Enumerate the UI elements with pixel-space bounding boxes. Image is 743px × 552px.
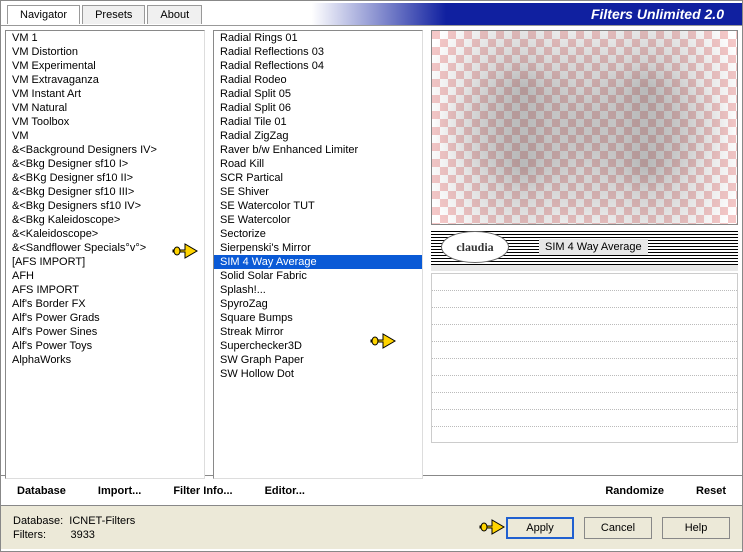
watermark-strip: claudia SIM 4 Way Average (431, 229, 738, 265)
filter-item[interactable]: Splash!... (214, 283, 422, 297)
tab-presets[interactable]: Presets (82, 5, 145, 24)
import-button[interactable]: Import... (94, 483, 145, 499)
category-item[interactable]: VM Toolbox (6, 115, 204, 129)
category-item[interactable]: VM Instant Art (6, 87, 204, 101)
category-item[interactable]: Alf's Power Toys (6, 339, 204, 353)
filter-item[interactable]: SE Watercolor (214, 213, 422, 227)
filter-name-bar (431, 265, 738, 271)
claudia-logo: claudia (441, 231, 509, 263)
filter-item[interactable]: Radial Rodeo (214, 73, 422, 87)
pointer-icon (478, 515, 508, 537)
preview-image (431, 30, 738, 225)
filter-item[interactable]: Sectorize (214, 227, 422, 241)
parameter-panel (431, 273, 738, 443)
help-button[interactable]: Help (662, 517, 730, 539)
category-item[interactable]: AFH (6, 269, 204, 283)
filter-item[interactable]: Radial Split 05 (214, 87, 422, 101)
category-item[interactable]: &<Kaleidoscope> (6, 227, 204, 241)
category-item[interactable]: AFS IMPORT (6, 283, 204, 297)
category-item[interactable]: VM Natural (6, 101, 204, 115)
database-button[interactable]: Database (13, 483, 70, 499)
category-item[interactable]: &<Bkg Designer sf10 III> (6, 185, 204, 199)
filter-item[interactable]: Radial Split 06 (214, 101, 422, 115)
tab-about[interactable]: About (147, 5, 202, 24)
category-item[interactable]: &<BKg Designer sf10 II> (6, 171, 204, 185)
filter-item[interactable]: SCR Partical (214, 171, 422, 185)
category-item[interactable]: VM Distortion (6, 45, 204, 59)
filter-item[interactable]: SW Hollow Dot (214, 367, 422, 381)
category-item[interactable]: VM (6, 129, 204, 143)
filter-item[interactable]: Streak Mirror (214, 325, 422, 339)
category-item[interactable]: Alf's Border FX (6, 297, 204, 311)
tab-bar: Navigator Presets About (1, 3, 204, 24)
filter-item[interactable]: Radial Reflections 04 (214, 59, 422, 73)
category-item[interactable]: &<Background Designers IV> (6, 143, 204, 157)
category-item[interactable]: &<Bkg Designers sf10 IV> (6, 199, 204, 213)
filter-item[interactable]: Square Bumps (214, 311, 422, 325)
category-item[interactable]: VM Extravaganza (6, 73, 204, 87)
filter-item[interactable]: Radial ZigZag (214, 129, 422, 143)
category-list[interactable]: VM 1VM DistortionVM ExperimentalVM Extra… (5, 30, 205, 479)
editor-button[interactable]: Editor... (261, 483, 309, 499)
category-item[interactable]: [AFS IMPORT] (6, 255, 204, 269)
filter-list[interactable]: Radial Rings 01Radial Reflections 03Radi… (213, 30, 423, 479)
tab-navigator[interactable]: Navigator (7, 5, 80, 24)
filter-item[interactable]: SpyroZag (214, 297, 422, 311)
filter-info-button[interactable]: Filter Info... (169, 483, 236, 499)
filter-name-label: SIM 4 Way Average (539, 239, 648, 255)
randomize-button[interactable]: Randomize (601, 483, 668, 499)
filter-item[interactable]: Raver b/w Enhanced Limiter (214, 143, 422, 157)
category-item[interactable]: AlphaWorks (6, 353, 204, 367)
category-item[interactable]: &<Bkg Designer sf10 I> (6, 157, 204, 171)
filter-item[interactable]: SW Graph Paper (214, 353, 422, 367)
filter-item[interactable]: SIM 4 Way Average (214, 255, 422, 269)
filter-item[interactable]: Radial Rings 01 (214, 31, 422, 45)
category-item[interactable]: VM Experimental (6, 59, 204, 73)
footer-info: Database: ICNET-Filters Filters: 3933 (13, 514, 135, 542)
filter-item[interactable]: Road Kill (214, 157, 422, 171)
category-item[interactable]: &<Sandflower Specials°v°> (6, 241, 204, 255)
reset-button[interactable]: Reset (692, 483, 730, 499)
filter-item[interactable]: Sierpenski's Mirror (214, 241, 422, 255)
filter-item[interactable]: SE Shiver (214, 185, 422, 199)
category-item[interactable]: VM 1 (6, 31, 204, 45)
category-item[interactable]: Alf's Power Grads (6, 311, 204, 325)
apply-button[interactable]: Apply (506, 517, 574, 539)
cancel-button[interactable]: Cancel (584, 517, 652, 539)
action-toolbar: Database Import... Filter Info... Editor… (1, 475, 742, 505)
filter-item[interactable]: SE Watercolor TUT (214, 199, 422, 213)
filter-item[interactable]: Radial Reflections 03 (214, 45, 422, 59)
category-item[interactable]: &<Bkg Kaleidoscope> (6, 213, 204, 227)
filter-item[interactable]: Solid Solar Fabric (214, 269, 422, 283)
app-title: Filters Unlimited 2.0 (204, 3, 742, 25)
filter-item[interactable]: Radial Tile 01 (214, 115, 422, 129)
filter-item[interactable]: Superchecker3D (214, 339, 422, 353)
category-item[interactable]: Alf's Power Sines (6, 325, 204, 339)
